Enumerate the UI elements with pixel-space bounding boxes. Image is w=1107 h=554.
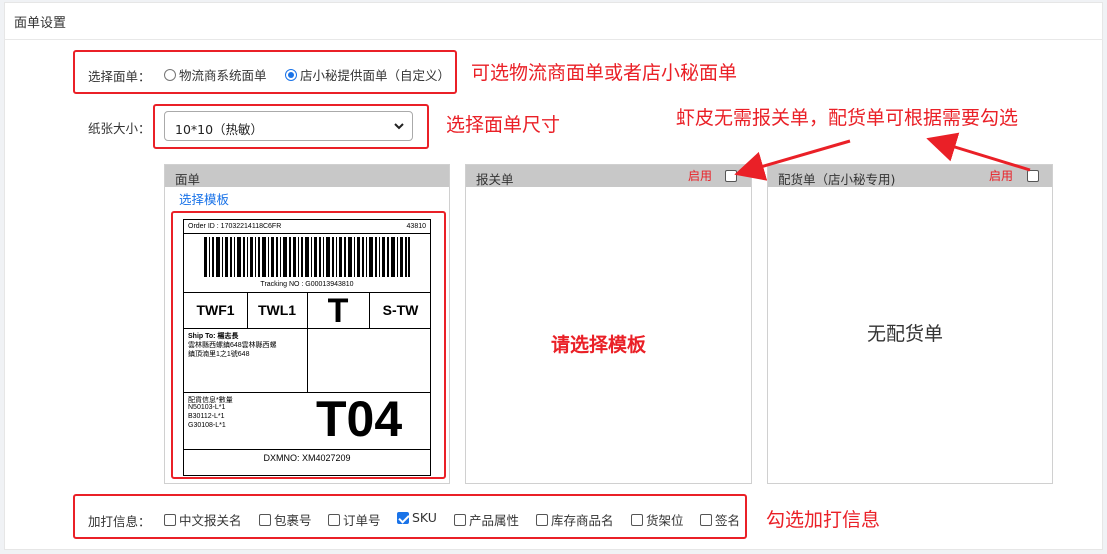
divider	[307, 328, 308, 392]
checkbox-shelf-location[interactable]: 货架位	[631, 510, 684, 529]
radio-label: 店小秘提供面单（自定义）	[300, 68, 451, 83]
customs-placeholder: 请选择模板	[551, 334, 647, 356]
label-preview: Order ID : 17032214118C6FR 43810 Trackin…	[183, 219, 431, 476]
label-ship-to-line2: 鎮頂湳里1之1號648	[188, 351, 250, 358]
checkbox[interactable]	[164, 513, 176, 526]
checkbox[interactable]	[328, 513, 340, 526]
settings-page: 面单设置 选择面单： 物流商系统面单 店小秘提供面单（自定义） 可选物流商面单或…	[0, 0, 1107, 554]
paper-size-select[interactable]: 10*10（热敏）	[164, 111, 413, 141]
checkbox[interactable]	[397, 511, 409, 524]
label-big-code: T04	[316, 391, 403, 447]
label-code-2: TWL1	[257, 302, 297, 318]
page-title: 面单设置	[14, 16, 67, 31]
packing-placeholder: 无配货单	[867, 323, 944, 345]
checkbox-signature[interactable]: 签名	[700, 510, 740, 529]
customs-panel: 报关单 启用	[465, 164, 752, 484]
checkbox[interactable]	[454, 513, 466, 526]
checkbox-label: 库存商品名	[551, 513, 614, 528]
customs-enable-label: 启用	[688, 169, 713, 183]
label-order-id: Order ID : 17032214118C6FR	[188, 223, 282, 230]
customs-panel-header: 报关单 启用	[466, 165, 751, 187]
checkbox[interactable]	[259, 513, 271, 526]
paper-size-label: 纸张大小：	[88, 121, 151, 136]
checkbox[interactable]	[700, 513, 712, 526]
checkbox-label: 产品属性	[469, 513, 520, 528]
waybill-panel-title: 面单	[175, 172, 201, 187]
card-header: 面单设置	[4, 2, 1103, 40]
paper-size-value: 10*10（热敏）	[175, 122, 264, 137]
checkbox-label: 货架位	[646, 513, 684, 528]
radio-button[interactable]	[285, 68, 297, 81]
chevron-down-icon	[394, 123, 404, 130]
annotation-shopee-note: 虾皮无需报关单，配货单可根据需要勾选	[676, 107, 1019, 129]
radio-label: 物流商系统面单	[179, 68, 267, 83]
label-order-no: 43810	[406, 223, 426, 230]
label-item-2: B30112-L*1	[188, 413, 225, 420]
customs-panel-title: 报关单	[476, 172, 514, 187]
radio-carrier-waybill[interactable]: 物流商系统面单	[164, 65, 267, 84]
checkbox-cn-customs-name[interactable]: 中文报关名	[164, 510, 242, 529]
checkbox-label: 签名	[715, 513, 741, 528]
packing-panel-title: 配货单（店小秘专用)	[778, 172, 896, 187]
packing-panel-header: 配货单（店小秘专用) 启用	[768, 165, 1052, 187]
label-code-1: TWF1	[196, 302, 235, 318]
checkbox-sku[interactable]: SKU	[397, 510, 437, 525]
checkbox[interactable]	[536, 513, 548, 526]
checkbox-label: SKU	[412, 510, 437, 525]
label-dxm-no: DXMNO: XM4027209	[263, 453, 351, 463]
annotation-waybill-type: 可选物流商面单或者店小秘面单	[471, 62, 738, 84]
checkbox-label: 中文报关名	[179, 513, 242, 528]
customs-enable-checkbox[interactable]	[725, 170, 737, 182]
checkbox-order-no[interactable]: 订单号	[328, 510, 381, 529]
checkbox[interactable]	[631, 513, 643, 526]
checkbox-package-no[interactable]: 包裹号	[259, 510, 312, 529]
extra-info-label: 加打信息：	[88, 514, 151, 529]
label-item-1: N50103-L*1	[188, 404, 226, 411]
radio-button[interactable]	[164, 68, 176, 81]
divider	[184, 233, 430, 234]
annotation-extra-info: 勾选加打信息	[766, 509, 881, 531]
radio-dxm-waybill[interactable]: 店小秘提供面单（自定义）	[285, 65, 450, 84]
packing-enable-checkbox[interactable]	[1027, 170, 1039, 182]
label-tracking: Tracking NO : G00013943810	[260, 281, 354, 288]
label-code-3: T	[327, 292, 349, 330]
checkbox-label: 包裹号	[274, 513, 312, 528]
waybill-panel-header: 面单	[165, 165, 449, 187]
label-code-4: S-TW	[382, 302, 419, 318]
checkbox-label: 订单号	[343, 513, 381, 528]
select-template-link[interactable]: 选择模板	[179, 189, 229, 208]
barcode-image	[204, 237, 410, 277]
annotation-paper-size: 选择面单尺寸	[446, 114, 561, 136]
checkbox-stock-product-name[interactable]: 库存商品名	[536, 510, 614, 529]
packing-enable-label: 启用	[989, 169, 1014, 183]
checkbox-product-attributes[interactable]: 产品属性	[454, 510, 519, 529]
label-item-3: G30108-L*1	[188, 422, 226, 429]
divider	[184, 449, 430, 450]
waybill-type-label: 选择面单：	[88, 69, 151, 84]
